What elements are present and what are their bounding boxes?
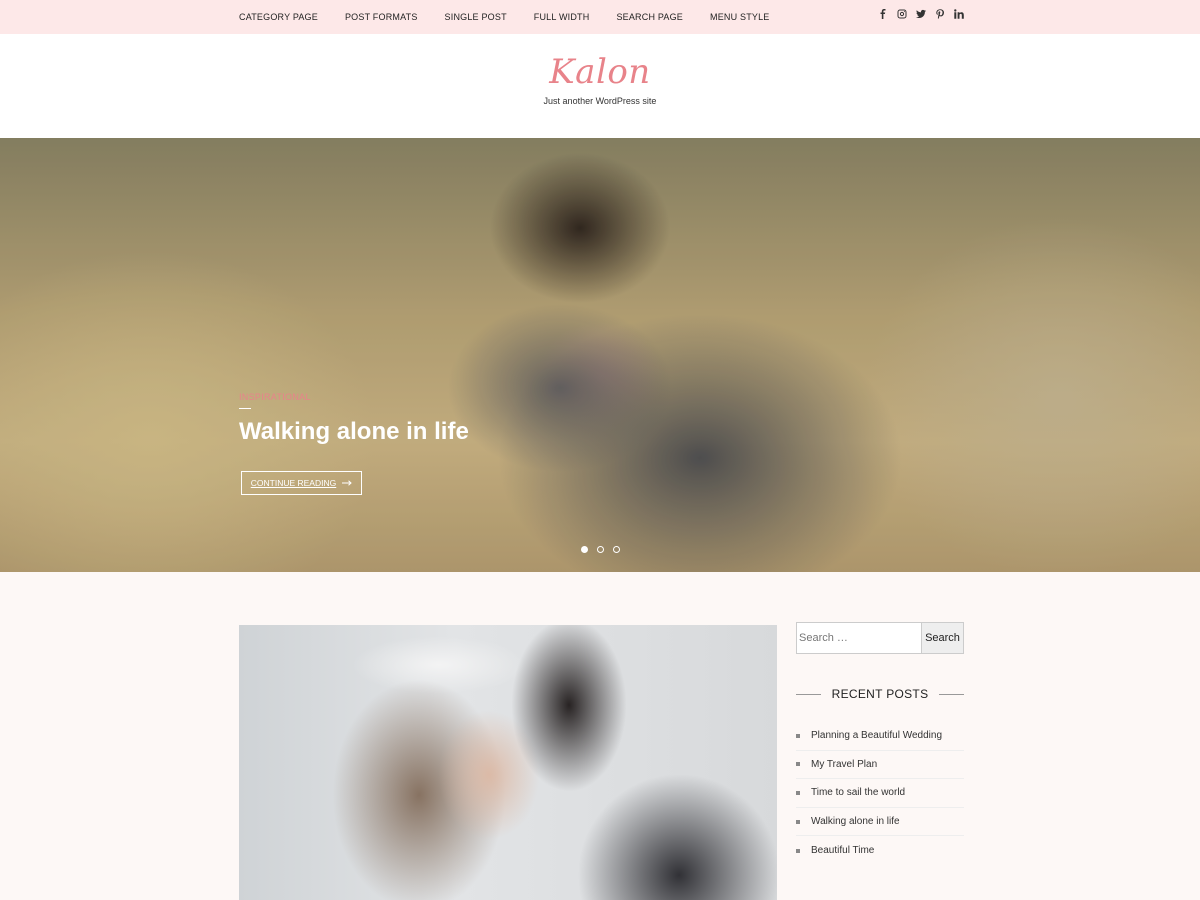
nav-post-formats[interactable]: POST FORMATS — [345, 12, 418, 22]
bullet-icon — [796, 819, 800, 824]
continue-reading-button[interactable]: CONTINUE READING — [241, 471, 362, 495]
search-button[interactable]: Search — [921, 622, 964, 654]
heading-rule — [939, 693, 965, 695]
hero-category[interactable]: INSPIRATIONAL — [239, 392, 311, 402]
bullet-icon — [796, 848, 800, 853]
slider-dots — [581, 546, 620, 553]
recent-post-link[interactable]: Beautiful Time — [811, 845, 874, 856]
pinterest-icon[interactable] — [935, 9, 945, 19]
bullet-icon — [796, 733, 800, 738]
top-bar: CATEGORY PAGE POST FORMATS SINGLE POST F… — [0, 0, 1200, 34]
social-links — [878, 0, 964, 28]
hero-divider — [239, 408, 251, 409]
hero-slider: INSPIRATIONAL Walking alone in life CONT… — [0, 138, 1200, 572]
instagram-icon[interactable] — [897, 9, 907, 19]
bullet-icon — [796, 790, 800, 795]
list-item[interactable]: Walking alone in life — [796, 808, 964, 837]
linkedin-icon[interactable] — [954, 9, 964, 19]
recent-posts-title: RECENT POSTS — [831, 687, 929, 701]
slider-dot[interactable] — [581, 546, 588, 553]
recent-post-link[interactable]: Planning a Beautiful Wedding — [811, 730, 942, 741]
nav-single-post[interactable]: SINGLE POST — [445, 12, 507, 22]
list-item[interactable]: Time to sail the world — [796, 779, 964, 808]
list-item[interactable]: Planning a Beautiful Wedding — [796, 722, 964, 751]
nav-category-page[interactable]: CATEGORY PAGE — [239, 12, 318, 22]
recent-post-link[interactable]: My Travel Plan — [811, 759, 877, 770]
heading-rule — [796, 693, 821, 695]
hero-image — [0, 138, 1200, 572]
list-item[interactable]: Beautiful Time — [796, 836, 964, 865]
slider-dot[interactable] — [613, 546, 620, 553]
twitter-icon[interactable] — [916, 9, 926, 19]
hero-title[interactable]: Walking alone in life — [239, 418, 469, 446]
recent-post-link[interactable]: Time to sail the world — [811, 787, 905, 798]
search-input[interactable] — [796, 622, 922, 654]
site-logo[interactable]: Kalon — [0, 52, 1200, 92]
nav-full-width[interactable]: FULL WIDTH — [534, 12, 590, 22]
list-item[interactable]: My Travel Plan — [796, 751, 964, 780]
slider-dot[interactable] — [597, 546, 604, 553]
post-featured-image[interactable] — [239, 625, 777, 900]
nav-menu-style[interactable]: MENU STYLE — [710, 12, 770, 22]
site-header: Kalon Just another WordPress site — [0, 34, 1200, 138]
bullet-icon — [796, 762, 800, 767]
recent-posts-heading: RECENT POSTS — [796, 686, 965, 702]
site-tagline: Just another WordPress site — [543, 96, 657, 106]
nav-search-page[interactable]: SEARCH PAGE — [616, 12, 683, 22]
top-navigation: CATEGORY PAGE POST FORMATS SINGLE POST F… — [239, 0, 797, 34]
recent-post-link[interactable]: Walking alone in life — [811, 816, 900, 827]
facebook-icon[interactable] — [878, 9, 888, 19]
arrow-right-icon — [342, 478, 352, 488]
continue-reading-label: CONTINUE READING — [250, 478, 337, 488]
recent-posts-list: Planning a Beautiful Wedding My Travel P… — [796, 722, 964, 865]
